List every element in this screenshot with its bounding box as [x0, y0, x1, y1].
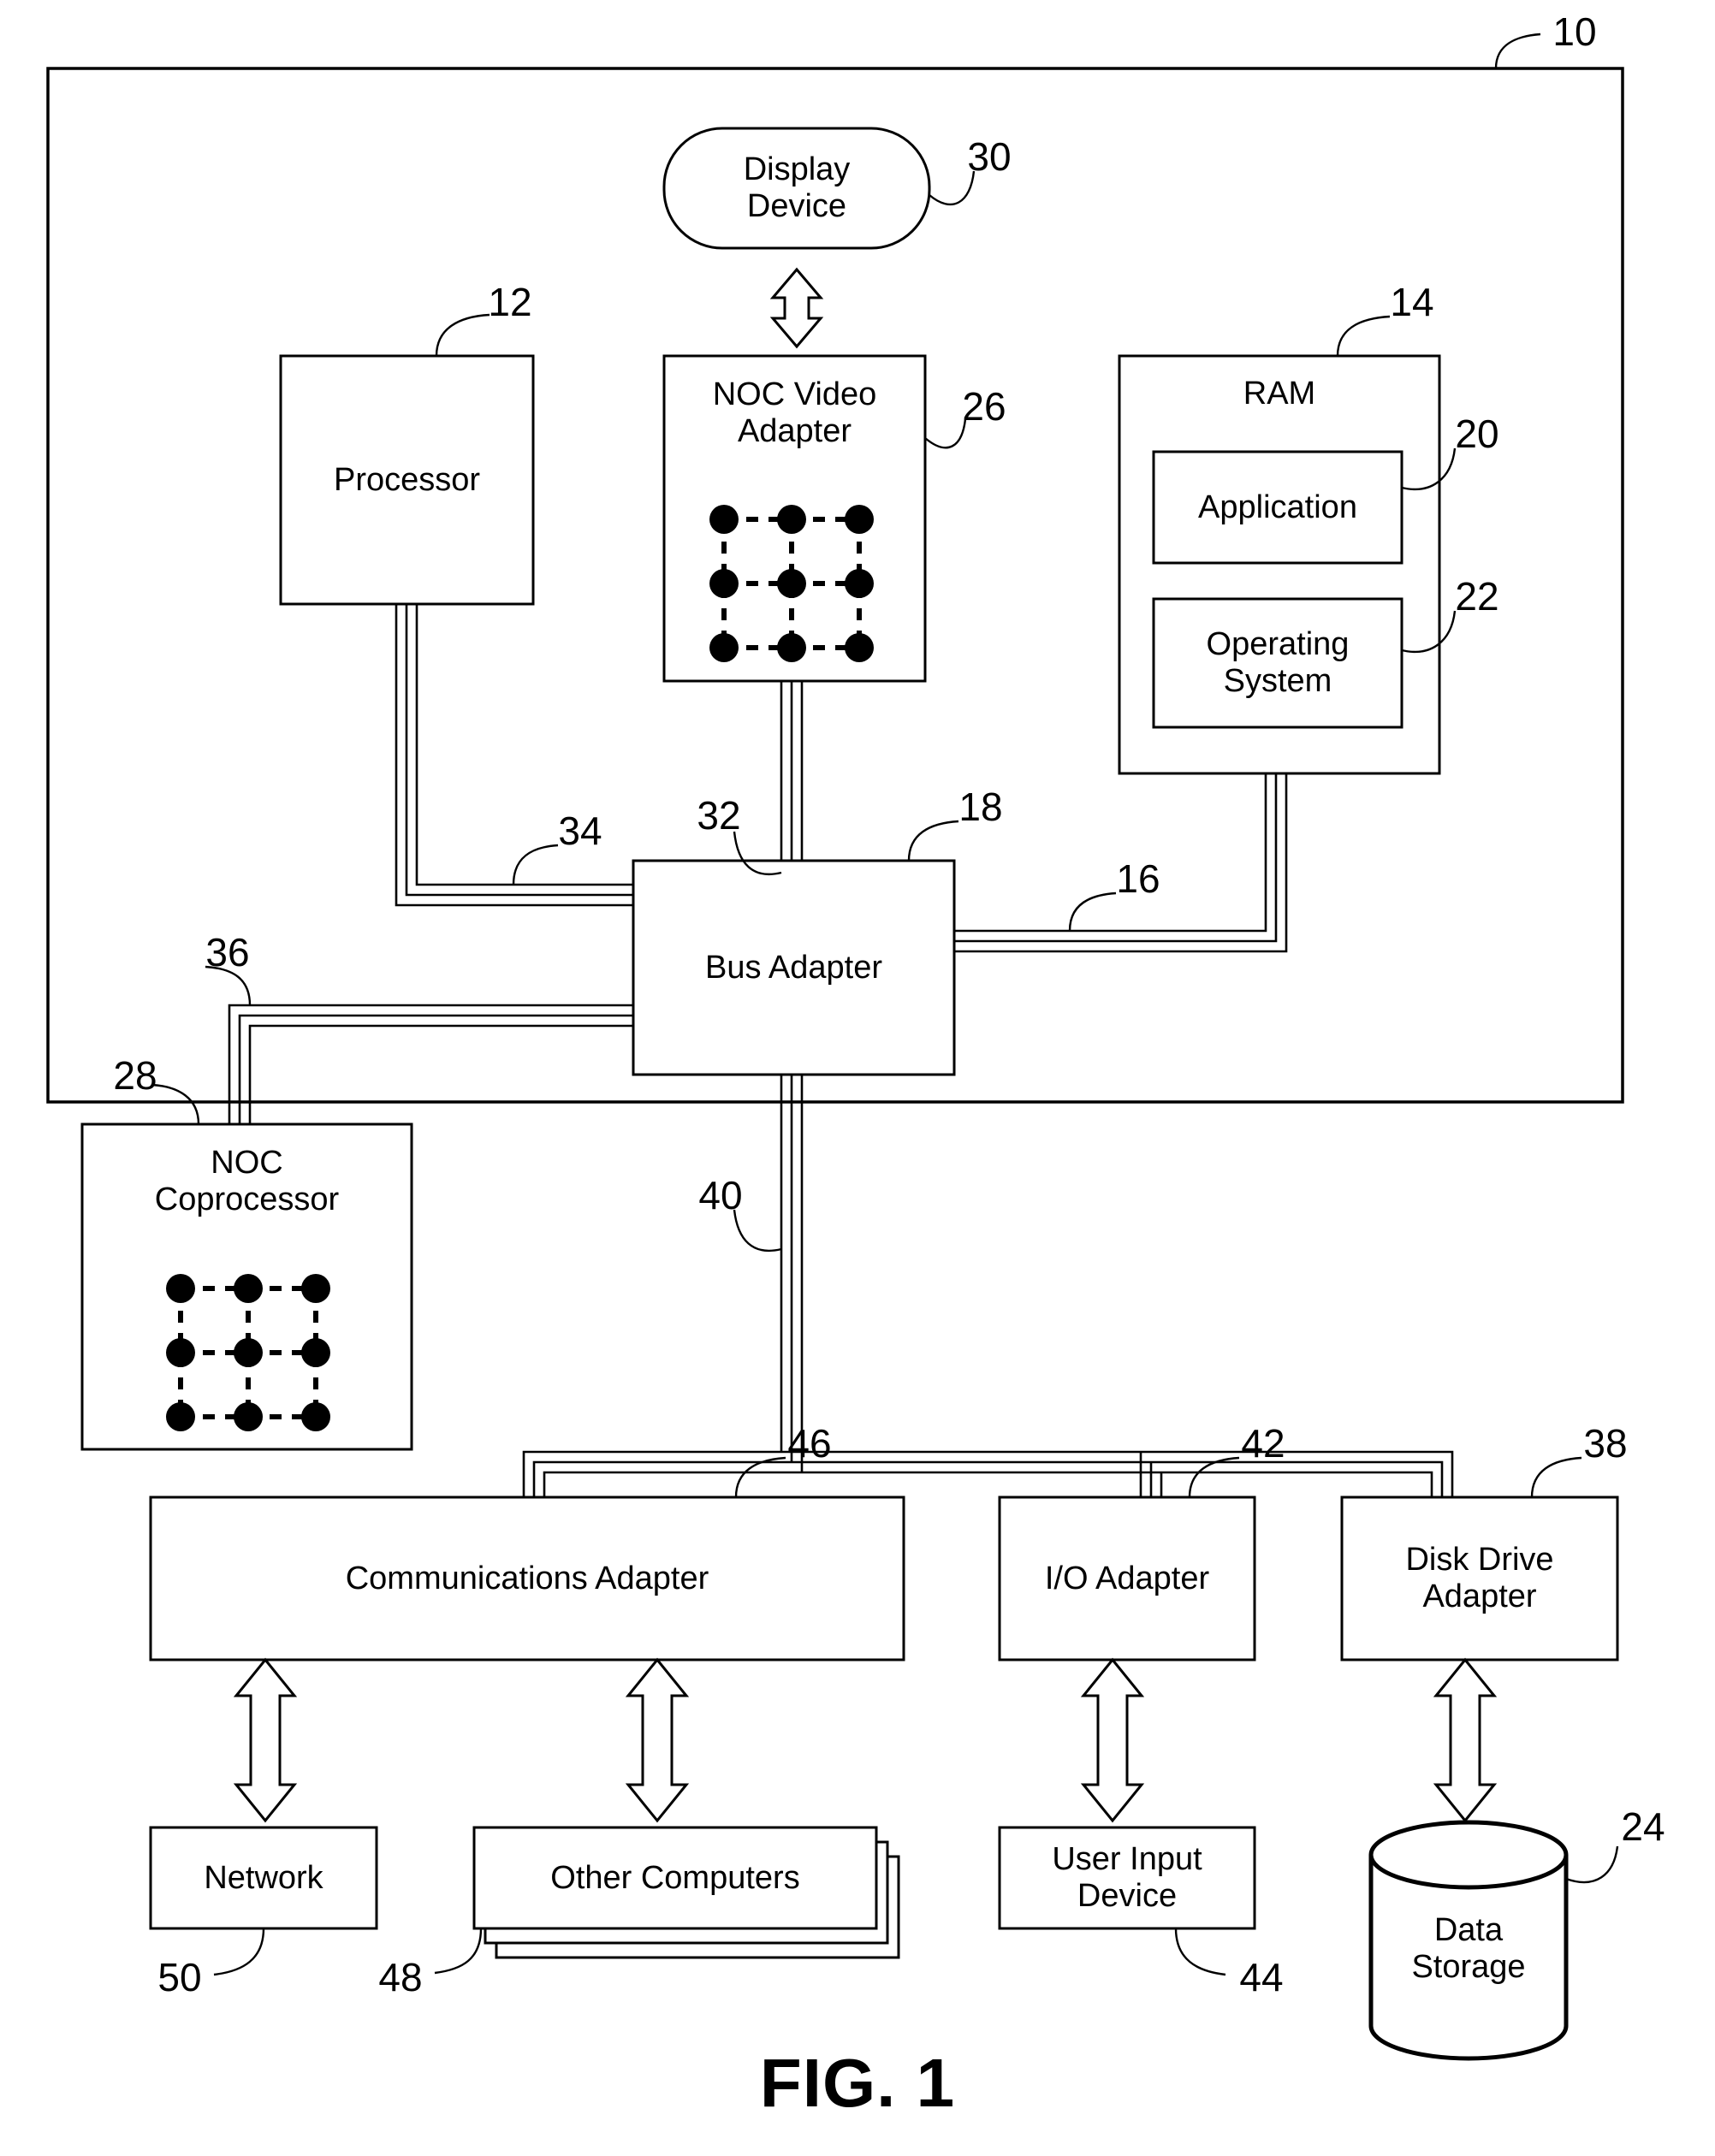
ref-number-44: 44: [1239, 1955, 1284, 1999]
ref-number-36: 36: [205, 930, 250, 974]
display-device-label: Display Device: [743, 151, 851, 224]
ref-number-14: 14: [1390, 280, 1434, 324]
user-input-device-label: User Input Device: [1052, 1841, 1202, 1914]
arrow-comm-to-other-computers: [625, 1657, 690, 1823]
ref-number-46: 46: [787, 1421, 832, 1466]
bus-adapter-label: Bus Adapter: [704, 949, 883, 986]
ref-number-20: 20: [1455, 412, 1499, 456]
ref-number-28: 28: [113, 1053, 157, 1098]
bus-36-adapter-to-coprocessor: [228, 1004, 633, 1124]
ref-number-10: 10: [1552, 9, 1597, 54]
ref-number-24: 24: [1621, 1804, 1665, 1849]
operating-system-label: Operating System: [1206, 626, 1350, 699]
ref-number-38: 38: [1583, 1421, 1628, 1466]
ref-number-30: 30: [967, 134, 1012, 179]
ref-number-32: 32: [697, 793, 741, 838]
leader-line-10: [1494, 33, 1541, 69]
leader-line-24: [1565, 1845, 1619, 1884]
ref-number-40: 40: [698, 1173, 743, 1217]
ref-number-42: 42: [1241, 1421, 1285, 1466]
ref-number-50: 50: [157, 1955, 202, 1999]
arrow-io-to-user-input: [1080, 1657, 1145, 1823]
arrow-display-to-video: [769, 267, 824, 349]
other-computers-label: Other Computers: [550, 1859, 800, 1896]
network-label: Network: [204, 1859, 323, 1896]
noc-video-mesh-nodes: [709, 505, 874, 662]
leader-line-50: [213, 1928, 265, 1976]
processor-label: Processor: [333, 461, 481, 498]
figure-caption: FIG. 1: [759, 2045, 956, 2121]
arrow-disk-to-data-storage: [1433, 1657, 1498, 1823]
noc-coprocessor-label: NOC Coprocessor: [154, 1145, 340, 1217]
ref-number-34: 34: [558, 808, 602, 853]
bus-32-video-to-adapter: [780, 681, 804, 861]
ref-number-18: 18: [958, 785, 1003, 829]
ref-number-12: 12: [488, 280, 532, 324]
ref-number-26: 26: [962, 384, 1006, 429]
arrow-comm-to-network: [233, 1657, 298, 1823]
application-label: Application: [1198, 489, 1357, 525]
noc-coprocessor-mesh-nodes: [166, 1274, 330, 1431]
ref-number-16: 16: [1116, 856, 1160, 901]
data-storage-label: Data Storage: [1411, 1912, 1526, 1985]
io-adapter-label: I/O Adapter: [1044, 1560, 1210, 1596]
bus-40-expansion: [522, 1075, 1454, 1497]
communications-adapter-label: Communications Adapter: [345, 1560, 709, 1596]
patent-figure-1: 10 Display Device 30 Processor 12 NOC Vi…: [0, 0, 1715, 2156]
bus-34-processor-to-adapter: [395, 604, 633, 907]
disk-drive-adapter-label: Disk Drive Adapter: [1405, 1542, 1554, 1614]
leader-line-48: [434, 1928, 483, 1975]
ref-number-22: 22: [1455, 574, 1499, 619]
ref-number-48: 48: [378, 1955, 423, 1999]
leader-line-44: [1174, 1928, 1226, 1976]
ram-label: RAM: [1243, 375, 1316, 412]
noc-video-adapter-label: NOC Video Adapter: [712, 376, 877, 449]
